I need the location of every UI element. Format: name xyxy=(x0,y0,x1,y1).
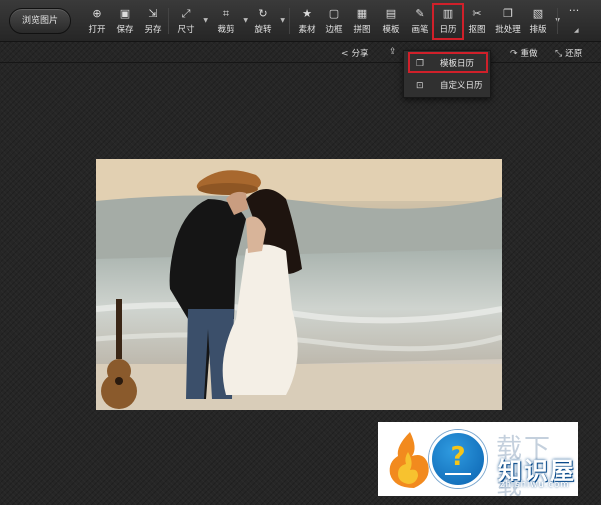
brush-icon: ✎ xyxy=(415,7,425,20)
border-icon: ▢ xyxy=(328,7,340,20)
save-as-button[interactable]: ⇲ 另存 xyxy=(139,7,167,37)
main-toolbar: 浏览图片 ⊕ 打开 ▣ 保存 ⇲ 另存 ⤢ 尺寸 ▼ ⌗ 裁剪 ▼ ↻ 旋转 ▼… xyxy=(0,0,601,42)
border-label: 边框 xyxy=(325,25,343,35)
export-icon[interactable]: ⇪ xyxy=(389,47,400,57)
resize-icon: ⤢ xyxy=(181,7,191,20)
template-button[interactable]: ▤ 模板 xyxy=(377,7,405,37)
batch-button[interactable]: ❐ 批处理 xyxy=(491,7,525,37)
menu-item-custom-calendar[interactable]: ⊡ 自定义日历 xyxy=(404,76,492,96)
cutout-button[interactable]: ✂ 抠图 xyxy=(463,7,491,37)
rotate-dropdown-arrow-icon[interactable]: ▼ xyxy=(280,17,285,24)
layout-label: 排版 xyxy=(529,25,547,35)
more-icon: ··· xyxy=(568,4,580,17)
template-label: 模板 xyxy=(382,25,400,35)
border-button[interactable]: ▢ 边框 xyxy=(320,7,348,37)
batch-label: 批处理 xyxy=(495,25,521,35)
couple-beach-photo xyxy=(96,159,502,410)
redo-button[interactable]: ↷ 重做 xyxy=(510,47,538,59)
save-as-icon: ⇲ xyxy=(148,7,158,20)
crop-icon: ⌗ xyxy=(222,7,230,20)
share-button[interactable]: < 分享 xyxy=(341,47,369,59)
zhishiwu-logo-icon: ? xyxy=(429,430,487,488)
more-dropdown-arrow-icon[interactable]: ◢ xyxy=(574,27,579,34)
toolbar-divider xyxy=(557,8,558,34)
restore-icon: ⤡ xyxy=(555,49,563,59)
crop-label: 裁剪 xyxy=(217,25,235,35)
save-button[interactable]: ▣ 保存 xyxy=(111,7,139,37)
redo-icon: ↷ xyxy=(510,49,518,59)
open-label: 打开 xyxy=(88,25,106,35)
menu-item-label: 自定义日历 xyxy=(440,81,483,91)
monitor-stand-icon xyxy=(445,469,471,475)
share-icon: < xyxy=(341,49,349,59)
open-icon: ⊕ xyxy=(92,7,102,20)
redo-label: 重做 xyxy=(520,49,538,59)
rotate-icon: ↻ xyxy=(258,7,268,20)
material-label: 素材 xyxy=(298,25,316,35)
material-icon: ★ xyxy=(302,7,312,20)
material-button[interactable]: ★ 素材 xyxy=(293,7,321,37)
layout-button[interactable]: ▧ 排版 ▼ xyxy=(524,7,560,37)
crop-dropdown-arrow-icon[interactable]: ▼ xyxy=(243,17,248,24)
cutout-icon: ✂ xyxy=(472,7,482,20)
rotate-button[interactable]: ↻ 旋转 ▼ xyxy=(249,7,285,37)
calendar-highlight-box xyxy=(432,3,464,40)
open-button[interactable]: ⊕ 打开 xyxy=(83,7,111,37)
rotate-label: 旋转 xyxy=(254,25,272,35)
brush-label: 画笔 xyxy=(411,25,429,35)
toolbar-divider xyxy=(168,8,169,34)
template-icon: ▤ xyxy=(385,7,397,20)
secondary-toolbar: < 分享 ⇪ ↷ 重做 ⤡ 还原 xyxy=(0,43,601,63)
crop-button[interactable]: ⌗ 裁剪 ▼ xyxy=(212,7,248,37)
cutout-label: 抠图 xyxy=(468,25,486,35)
batch-icon: ❐ xyxy=(503,7,513,20)
layout-icon: ▧ xyxy=(532,7,544,20)
resize-label: 尺寸 xyxy=(177,25,195,35)
custom-calendar-icon: ⊡ xyxy=(416,81,424,91)
save-as-label: 另存 xyxy=(144,25,162,35)
collage-icon: ▦ xyxy=(356,7,368,20)
share-label: 分享 xyxy=(351,49,369,59)
photo-canvas[interactable] xyxy=(96,159,502,410)
restore-button[interactable]: ⤡ 还原 xyxy=(555,47,582,59)
toolbar-divider xyxy=(289,8,290,34)
resize-dropdown-arrow-icon[interactable]: ▼ xyxy=(203,17,208,24)
question-mark-icon: ? xyxy=(450,442,466,472)
collage-button[interactable]: ▦ 拼图 xyxy=(348,7,376,37)
collage-label: 拼图 xyxy=(353,25,371,35)
browse-images-button[interactable]: 浏览图片 xyxy=(9,8,71,34)
save-label: 保存 xyxy=(116,25,134,35)
watermark-url: zhishiwu.com xyxy=(500,480,570,490)
template-calendar-highlight-box xyxy=(408,52,488,73)
brush-button[interactable]: ✎ 画笔 xyxy=(406,7,434,37)
resize-button[interactable]: ⤢ 尺寸 ▼ xyxy=(172,7,208,37)
save-icon: ▣ xyxy=(119,7,131,20)
restore-label: 还原 xyxy=(565,49,583,59)
